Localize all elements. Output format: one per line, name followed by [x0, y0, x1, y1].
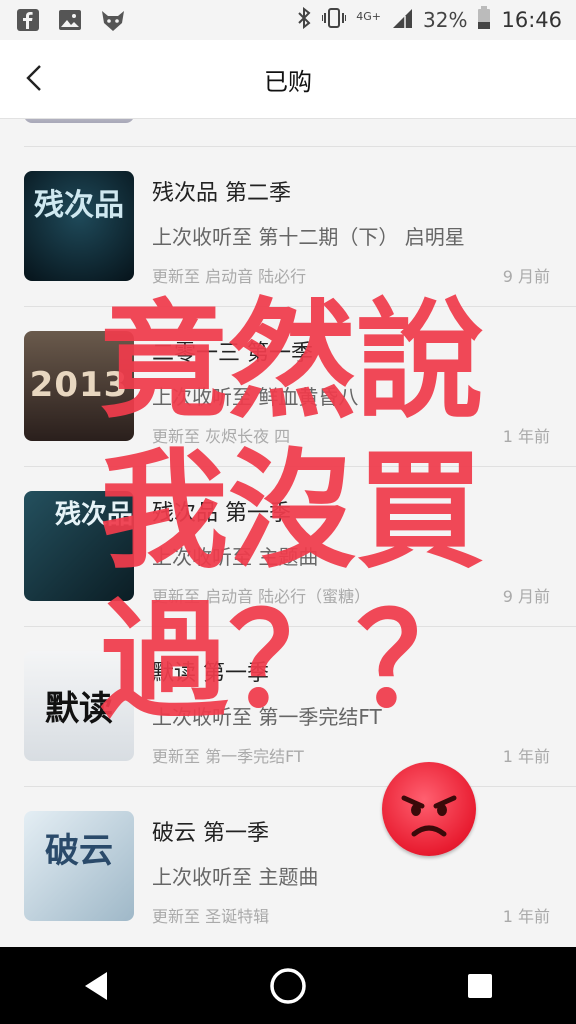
update-time: 1 年前 [502, 907, 550, 926]
item-title: 默读 第一季 [152, 661, 269, 686]
last-listened: 上次收听至 主题曲 [152, 865, 319, 889]
recents-square-icon [468, 973, 492, 998]
battery-icon [477, 6, 491, 34]
cover-art: 残次品 [24, 171, 134, 281]
back-button[interactable] [18, 60, 54, 96]
cover-title: 残次品 [54, 500, 133, 530]
app-header: 已购 [0, 40, 576, 119]
cover-art: 2013 [24, 331, 134, 441]
nav-recents-button[interactable] [450, 956, 510, 1016]
signal-icon [391, 7, 413, 33]
update-status: 更新至 灰烬长夜 四 [152, 427, 291, 446]
update-status: 更新至 圣诞特辑 [152, 907, 270, 926]
clock: 16:46 [501, 8, 562, 32]
update-time: 1 年前 [502, 427, 550, 446]
cover-title: 2013 [29, 365, 129, 405]
list-item[interactable]: 残次品 残次品 第一季 上次收听至 主题曲 更新至 启动音 陆必行（蜜糖） 9 … [0, 467, 576, 627]
update-time: 1 年前 [502, 747, 550, 766]
page-title: 已购 [264, 67, 312, 96]
battery-percent: 32% [423, 8, 468, 32]
purchased-list[interactable]: 残次品 残次品 第二季 上次收听至 第十二期（下） 启明星 更新至 启动音 陆必… [0, 119, 576, 947]
facebook-icon [16, 8, 40, 32]
system-nav-bar [0, 947, 576, 1024]
cover-title: 默读 [45, 689, 113, 729]
update-status: 更新至 第一季完结FT [152, 747, 304, 766]
item-title: 二零一三 第一季 [152, 341, 313, 366]
last-listened: 上次收听至 第一季完结FT [152, 705, 382, 729]
last-listened: 上次收听至 鲜血黄昏八 [152, 385, 359, 409]
chevron-left-icon [26, 65, 41, 91]
item-title: 残次品 第一季 [152, 501, 291, 526]
cover-title: 破云 [45, 831, 113, 871]
last-listened: 上次收听至 主题曲 [152, 545, 319, 569]
item-title: 残次品 第二季 [152, 181, 291, 206]
list-item[interactable]: 2013 二零一三 第一季 上次收听至 鲜血黄昏八 更新至 灰烬长夜 四 1 年… [0, 307, 576, 467]
status-bar: 4G+ 32% 16:46 [0, 0, 576, 40]
vibrate-icon [321, 7, 348, 33]
fox-app-icon [100, 8, 124, 32]
cover-art: 残次品 [24, 491, 134, 601]
nav-home-button[interactable] [258, 956, 318, 1016]
list-item[interactable]: 默读 默读 第一季 上次收听至 第一季完结FT 更新至 第一季完结FT 1 年前 [0, 627, 576, 787]
bluetooth-icon [296, 6, 312, 33]
network-type: 4G+ [356, 10, 382, 23]
update-status: 更新至 启动音 陆必行（蜜糖） [152, 587, 371, 606]
last-listened: 上次收听至 第十二期（下） 启明星 [152, 225, 465, 249]
list-item[interactable]: 残次品 残次品 第二季 上次收听至 第十二期（下） 启明星 更新至 启动音 陆必… [0, 147, 576, 307]
update-time: 9 月前 [502, 587, 550, 606]
list-item[interactable]: 破云 破云 第一季 上次收听至 主题曲 更新至 圣诞特辑 1 年前 [0, 787, 576, 947]
update-time: 9 月前 [502, 267, 550, 286]
partial-cover-art [24, 119, 134, 123]
cover-art: 默读 [24, 651, 134, 761]
update-status: 更新至 启动音 陆必行 [152, 267, 307, 286]
nav-back-button[interactable] [66, 956, 126, 1016]
home-circle-icon [270, 967, 306, 1004]
item-title: 破云 第一季 [152, 821, 269, 846]
gallery-icon [58, 8, 82, 32]
cover-art: 破云 [24, 811, 134, 921]
back-triangle-icon [85, 971, 107, 1000]
cover-title: 残次品 [34, 188, 124, 223]
